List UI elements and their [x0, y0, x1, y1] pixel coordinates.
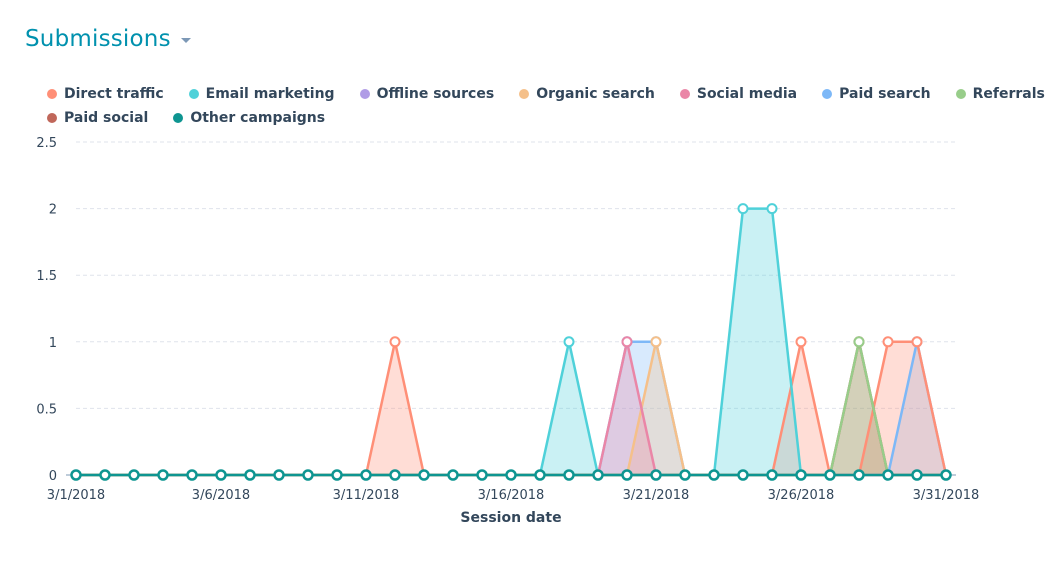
point-other-campaigns [128, 469, 140, 481]
point-other-campaigns [824, 469, 836, 481]
point-social-media [621, 336, 633, 348]
point-other-campaigns [70, 469, 82, 481]
x-tick-label: 3/16/2018 [478, 488, 545, 503]
point-other-campaigns [853, 469, 865, 481]
point-email-marketing [563, 336, 575, 348]
point-other-campaigns [534, 469, 546, 481]
point-referrals [853, 336, 865, 348]
x-tick-label: 3/11/2018 [333, 488, 400, 503]
point-other-campaigns [302, 469, 314, 481]
point-other-campaigns [795, 469, 807, 481]
point-direct-traffic [389, 336, 401, 348]
point-other-campaigns [186, 469, 198, 481]
point-email-marketing [737, 203, 749, 215]
point-other-campaigns [737, 469, 749, 481]
y-tick-label: 1.5 [36, 269, 57, 284]
y-tick-label: 2.5 [36, 136, 57, 151]
point-other-campaigns [679, 469, 691, 481]
point-other-campaigns [331, 469, 343, 481]
point-other-campaigns [99, 469, 111, 481]
y-axis-ticks: 0 0.5 1 1.5 2 2.5 [36, 136, 57, 484]
point-other-campaigns [592, 469, 604, 481]
point-other-campaigns [215, 469, 227, 481]
point-organic-search [650, 336, 662, 348]
gridlines [66, 141, 956, 476]
point-other-campaigns [940, 469, 952, 481]
x-tick-label: 3/26/2018 [768, 488, 835, 503]
point-other-campaigns [418, 469, 430, 481]
point-other-campaigns [563, 469, 575, 481]
point-other-campaigns [766, 469, 778, 481]
point-other-campaigns [447, 469, 459, 481]
y-tick-label: 2 [49, 203, 57, 218]
area-chart: 00.511.522.5 3/1/2018 3/6/2018 3/11/2018 3/… [36, 136, 980, 526]
point-other-campaigns [882, 469, 894, 481]
point-direct-traffic [882, 336, 894, 348]
point-other-campaigns [157, 469, 169, 481]
point-email-marketing [766, 203, 778, 215]
point-other-campaigns [505, 469, 517, 481]
point-other-campaigns [621, 469, 633, 481]
x-axis-title: Session date [460, 510, 561, 526]
point-other-campaigns [708, 469, 720, 481]
x-tick-label: 3/31/2018 [913, 488, 980, 503]
point-direct-traffic [795, 336, 807, 348]
x-tick-label: 3/21/2018 [623, 488, 690, 503]
point-direct-traffic [911, 336, 923, 348]
x-tick-label: 3/6/2018 [192, 488, 250, 503]
point-other-campaigns [244, 469, 256, 481]
y-tick-label: 0 [49, 469, 57, 484]
y-tick-label: 1 [49, 336, 57, 351]
point-other-campaigns [273, 469, 285, 481]
point-other-campaigns [911, 469, 923, 481]
point-other-campaigns [476, 469, 488, 481]
point-other-campaigns [650, 469, 662, 481]
point-other-campaigns [389, 469, 401, 481]
x-axis-ticks: 3/1/2018 3/6/2018 3/11/2018 3/16/2018 3/21/2… [47, 488, 980, 503]
y-tick-label: 0.5 [36, 402, 57, 417]
point-other-campaigns [360, 469, 372, 481]
x-tick-label: 3/1/2018 [47, 488, 105, 503]
